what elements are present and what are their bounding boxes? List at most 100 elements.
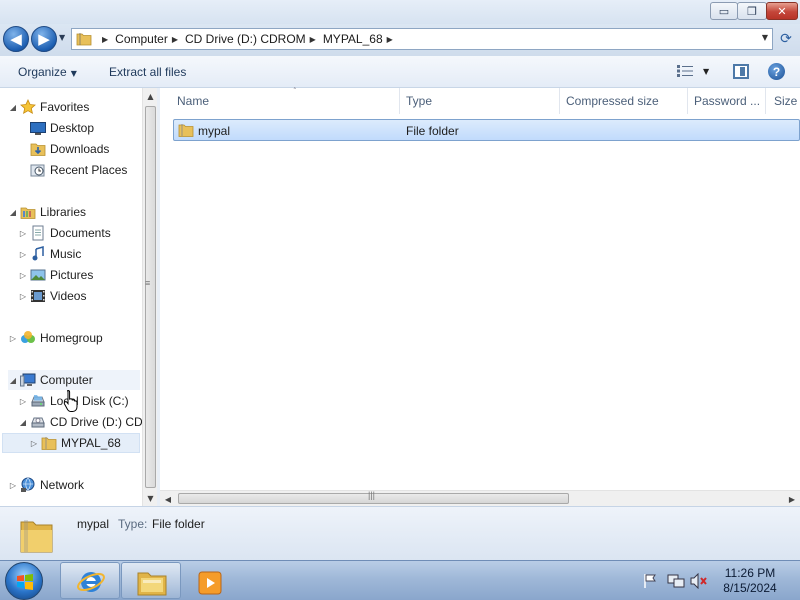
scroll-up-button[interactable]: ▲	[143, 88, 158, 104]
file-row[interactable]: mypal File folder	[173, 119, 800, 141]
collapsed-arrow-icon[interactable]: ▷	[18, 229, 28, 238]
collapsed-arrow-icon[interactable]: ▷	[29, 439, 39, 448]
column-header-size[interactable]: Size	[768, 88, 800, 114]
recent-places-icon	[30, 162, 46, 178]
breadcrumb-computer[interactable]: Computer	[115, 32, 168, 46]
collapsed-arrow-icon[interactable]: ▷	[18, 250, 28, 259]
nav-downloads[interactable]: Downloads	[18, 139, 109, 159]
views-dropdown-button[interactable]: ▼	[703, 67, 709, 76]
breadcrumb-cd-drive[interactable]: CD Drive (D:) CDROM	[185, 32, 306, 46]
navigation-pane: ◢ Favorites Desktop Downloads Recent Pla…	[0, 88, 142, 506]
nav-label: MYPAL_68	[61, 436, 121, 450]
nav-libraries[interactable]: ◢ Libraries	[8, 202, 86, 222]
nav-pictures[interactable]: ▷ Pictures	[18, 265, 93, 285]
collapsed-arrow-icon[interactable]: ▷	[18, 292, 28, 301]
expanded-arrow-icon[interactable]: ◢	[18, 418, 28, 427]
scroll-down-button[interactable]: ▼	[143, 490, 158, 506]
navigation-pane-scrollbar[interactable]: ▲ ≡ ▼	[142, 88, 157, 506]
nav-mypal-68[interactable]: ▷ MYPAL_68	[2, 433, 140, 453]
scroll-left-button[interactable]: ◀	[160, 491, 176, 507]
nav-label: Music	[50, 247, 82, 261]
nav-homegroup[interactable]: ▷ Homegroup	[8, 328, 103, 348]
windows-explorer-icon	[136, 567, 168, 600]
nav-documents[interactable]: ▷ Documents	[18, 223, 111, 243]
expanded-arrow-icon[interactable]: ◢	[8, 103, 18, 112]
recent-pages-dropdown[interactable]: ▼	[59, 33, 65, 42]
taskbar-windows-explorer[interactable]	[121, 562, 181, 599]
nav-label: Favorites	[40, 100, 90, 114]
maximize-button[interactable]: ❐	[737, 2, 767, 20]
organize-menu[interactable]: Organize ▼	[18, 65, 77, 79]
collapsed-arrow-icon[interactable]: ▷	[8, 481, 18, 490]
column-header-name[interactable]: Name ˄	[171, 87, 400, 114]
close-button[interactable]: ✕	[766, 2, 798, 20]
nav-favorites[interactable]: ◢ Favorites	[8, 97, 89, 117]
nav-videos[interactable]: ▷ Videos	[18, 286, 87, 306]
refresh-button[interactable]: ⟳	[774, 28, 798, 50]
address-dropdown-button[interactable]: ▼	[762, 33, 768, 42]
column-header-type[interactable]: Type	[400, 88, 560, 114]
homegroup-icon	[20, 330, 36, 346]
nav-computer[interactable]: ◢ Computer	[8, 370, 140, 390]
chevron-down-icon: ▼	[70, 69, 77, 78]
hard-disk-icon	[30, 393, 46, 409]
file-list-horizontal-scrollbar[interactable]: ◀ ||| ▶	[160, 490, 800, 506]
breadcrumb-mypal-68[interactable]: MYPAL_68	[323, 32, 383, 46]
breadcrumb-separator[interactable]: ▶	[102, 35, 108, 44]
computer-icon	[20, 372, 36, 388]
details-name: mypal	[77, 517, 110, 531]
taskbar-media-player[interactable]	[182, 562, 242, 599]
network-icon	[20, 477, 36, 493]
network-status-icon[interactable]	[667, 573, 685, 592]
column-header-compressed-size[interactable]: Compressed size	[560, 88, 688, 114]
nav-recent-places[interactable]: Recent Places	[18, 160, 127, 180]
media-player-icon	[197, 571, 223, 598]
volume-muted-icon[interactable]	[690, 572, 708, 592]
libraries-icon	[20, 204, 36, 220]
change-view-icon[interactable]	[677, 65, 693, 77]
nav-label: Local Disk (C:)	[50, 394, 129, 408]
breadcrumb-separator[interactable]: ▶	[387, 35, 393, 44]
command-bar: Organize ▼ Extract all files ▼ ?	[0, 56, 800, 88]
file-list: Name ˄ Type Compressed size Password ...…	[160, 87, 800, 490]
preview-pane-icon[interactable]	[733, 64, 749, 79]
scroll-right-button[interactable]: ▶	[784, 491, 800, 507]
nav-network[interactable]: ▷ Network	[8, 475, 84, 495]
nav-desktop[interactable]: Desktop	[18, 118, 94, 138]
breadcrumb-separator[interactable]: ▶	[172, 35, 178, 44]
minimize-button[interactable]: ▭	[710, 2, 738, 20]
nav-music[interactable]: ▷ Music	[18, 244, 81, 264]
action-center-flag-icon[interactable]	[642, 573, 658, 592]
nav-label: Pictures	[50, 268, 94, 282]
forward-button[interactable]: ▶	[31, 26, 57, 52]
help-icon[interactable]: ?	[768, 63, 785, 80]
column-header-password[interactable]: Password ...	[688, 88, 766, 114]
taskbar-internet-explorer[interactable]	[60, 562, 120, 599]
nav-label: Recent Places	[50, 163, 128, 177]
address-bar[interactable]: ▶ Computer ▶ CD Drive (D:) CDROM ▶ MYPAL…	[71, 28, 773, 50]
hand-cursor-icon	[63, 389, 81, 413]
collapsed-arrow-icon[interactable]: ▷	[8, 334, 18, 343]
collapsed-arrow-icon[interactable]: ▷	[18, 397, 28, 406]
desktop-icon	[30, 120, 46, 136]
system-clock[interactable]: 11:26 PM 8/15/2024	[712, 566, 788, 596]
nav-cd-drive-d[interactable]: ◢ CD Drive (D:) CDROM	[18, 412, 142, 432]
nav-label: Homegroup	[40, 331, 103, 345]
cd-drive-icon	[30, 414, 46, 430]
start-button[interactable]	[5, 562, 43, 600]
expanded-arrow-icon[interactable]: ◢	[8, 376, 18, 385]
organize-label: Organize	[18, 65, 67, 79]
window-titlebar: ▭ ❐ ✕	[0, 0, 800, 24]
folder-icon	[178, 122, 194, 141]
nav-label: Network	[40, 478, 85, 492]
breadcrumb-separator[interactable]: ▶	[310, 35, 316, 44]
extract-all-files-button[interactable]: Extract all files	[109, 65, 186, 79]
folder-icon	[76, 32, 92, 46]
collapsed-arrow-icon[interactable]: ▷	[18, 271, 28, 280]
scroll-thumb[interactable]	[145, 106, 156, 488]
downloads-folder-icon	[30, 141, 46, 157]
expanded-arrow-icon[interactable]: ◢	[8, 208, 18, 217]
scroll-grip-icon: |||	[368, 490, 376, 500]
back-button[interactable]: ◀	[3, 26, 29, 52]
clock-time: 11:26 PM	[724, 566, 776, 580]
